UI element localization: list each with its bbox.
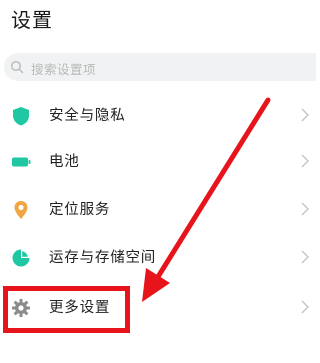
settings-item-more-settings[interactable]: 更多设置 [0,284,316,328]
search-placeholder: 搜索设置项 [31,62,97,77]
search-icon [10,60,24,74]
settings-item-label: 运存与存储空间 [49,250,157,266]
storage-pie-icon [12,249,30,267]
settings-item-location[interactable]: 定位服务 [0,186,316,230]
chevron-right-icon [301,250,309,264]
settings-item-security-privacy[interactable]: 安全与隐私 [0,92,316,136]
chevron-right-icon [301,154,309,168]
battery-icon [12,157,31,167]
search-bar[interactable]: 搜索设置项 [4,53,316,81]
shield-icon [13,107,29,126]
gear-icon [12,299,30,317]
location-pin-icon [14,201,28,219]
settings-screen: 设置 搜索设置项 安全与隐私 电池 定位服务 运存与存储空间 更多设置 [0,0,316,363]
settings-item-label: 更多设置 [49,300,111,316]
settings-item-battery[interactable]: 电池 [0,138,316,182]
settings-item-label: 安全与隐私 [49,108,126,124]
settings-item-label: 电池 [49,154,80,170]
chevron-right-icon [301,108,309,122]
settings-item-label: 定位服务 [49,202,111,218]
chevron-right-icon [301,300,309,314]
chevron-right-icon [301,202,309,216]
page-title: 设置 [11,8,53,32]
settings-item-memory-storage[interactable]: 运存与存储空间 [0,234,316,278]
